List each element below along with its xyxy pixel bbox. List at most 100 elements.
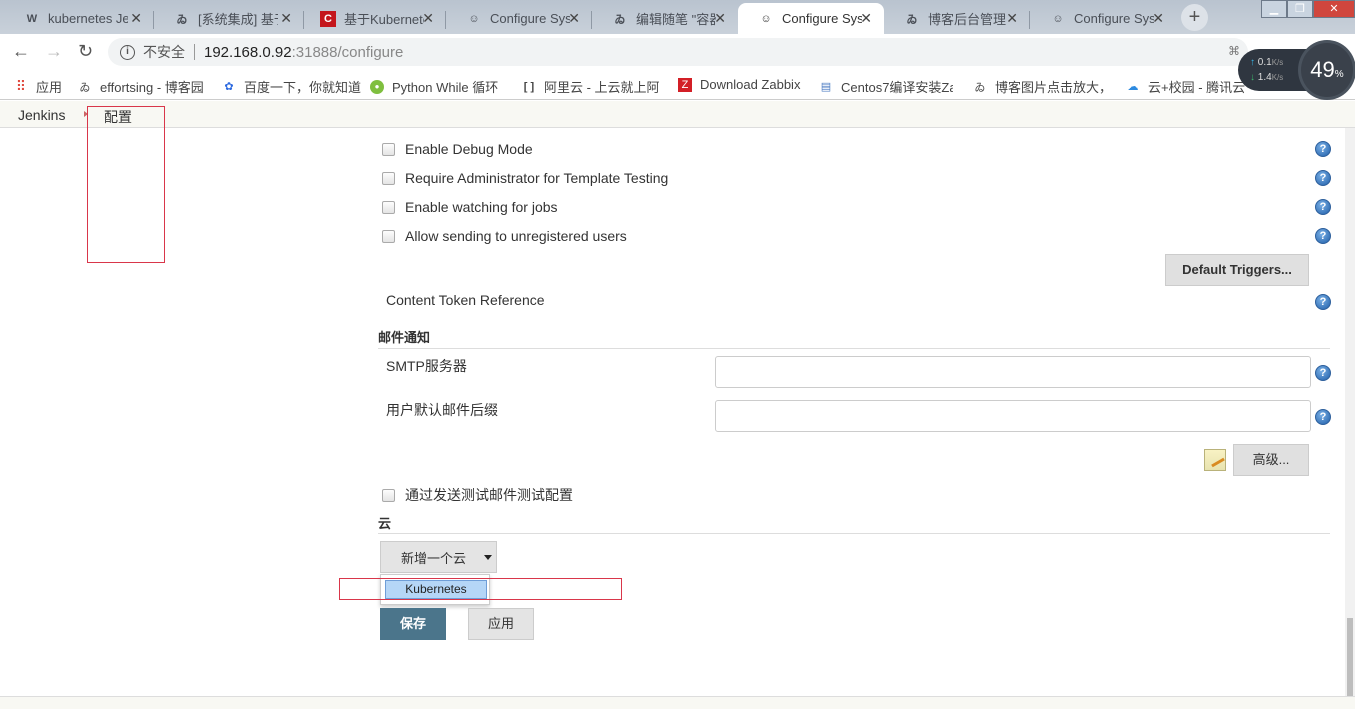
- default-triggers-button[interactable]: Default Triggers...: [1165, 254, 1309, 286]
- browser-tab[interactable]: C 基于Kubernete ✕: [300, 3, 446, 34]
- cloud-section-title: 云: [378, 516, 392, 531]
- help-icon[interactable]: ?: [1315, 409, 1331, 425]
- cnblogs-icon: ゐ: [614, 13, 626, 26]
- minimize-button[interactable]: ▁: [1261, 0, 1287, 18]
- checkbox-row[interactable]: Require Administrator for Template Testi…: [382, 170, 668, 186]
- jenkins-icon: ☺: [760, 12, 772, 25]
- maximize-button[interactable]: ❐: [1287, 0, 1313, 18]
- apply-button[interactable]: 应用: [468, 608, 534, 640]
- caret-down-icon: [484, 554, 493, 560]
- save-button[interactable]: 保存: [380, 608, 446, 640]
- url-path: :31888/configure: [291, 43, 404, 61]
- menu-item-kubernetes[interactable]: Kubernetes: [385, 580, 487, 599]
- browser-tab[interactable]: ☺ Configure Sys ✕: [1030, 3, 1176, 34]
- close-icon[interactable]: ✕: [568, 10, 580, 27]
- browser-tab-active[interactable]: ☺ Configure Sys ✕: [738, 3, 884, 34]
- window-close-button[interactable]: ✕: [1313, 0, 1355, 18]
- tab-title: 编辑随笔 "容器: [636, 12, 716, 27]
- checkbox-label: Require Administrator for Template Testi…: [405, 170, 669, 186]
- breadcrumb-configure[interactable]: 配置: [104, 107, 132, 127]
- require-admin-checkbox[interactable]: [382, 171, 395, 185]
- help-icon[interactable]: ?: [1315, 228, 1331, 244]
- browser-tab[interactable]: W kubernetes Jen ✕: [4, 3, 154, 34]
- email-suffix-input[interactable]: [715, 400, 1311, 432]
- bookmark-item[interactable]: ⠿ 应用: [14, 77, 62, 96]
- forward-icon[interactable]: →: [45, 41, 63, 62]
- memory-gauge[interactable]: 49%: [1298, 40, 1355, 100]
- browser-tab[interactable]: ゐ [系统集成] 基于 ✕: [154, 3, 304, 34]
- browser-tab[interactable]: ゐ 编辑随笔 "容器 ✕: [592, 3, 738, 34]
- bookmark-item[interactable]: ゐ effortsing - 博客园: [78, 77, 204, 96]
- close-icon[interactable]: ✕: [130, 10, 142, 27]
- aliyun-icon: [ ]: [523, 80, 535, 93]
- breadcrumb-jenkins[interactable]: Jenkins: [18, 107, 65, 123]
- checkbox-row[interactable]: Enable watching for jobs: [382, 199, 558, 215]
- tab-title: kubernetes Jen: [48, 11, 128, 26]
- page-scrollbar[interactable]: [1345, 128, 1355, 696]
- new-tab-button[interactable]: +: [1181, 4, 1208, 31]
- section-divider: [378, 533, 1330, 534]
- tab-title: Configure Sys: [490, 11, 570, 26]
- speed-unit: K/s: [1271, 58, 1284, 67]
- close-icon[interactable]: ✕: [1152, 10, 1164, 27]
- bookmark-item[interactable]: [ ] 阿里云 - 上云就上阿: [522, 77, 660, 96]
- bookmark-item[interactable]: ☁ 云+校园 - 腾讯云: [1126, 77, 1246, 96]
- apps-grid-icon: ⠿: [15, 78, 27, 94]
- close-icon[interactable]: ✕: [860, 10, 872, 27]
- bookmark-item[interactable]: ● Python While 循环: [370, 77, 512, 96]
- back-icon[interactable]: ←: [12, 41, 30, 62]
- help-icon[interactable]: ?: [1315, 365, 1331, 381]
- test-email-checkbox[interactable]: [382, 488, 395, 502]
- upload-speed: 0.1: [1257, 57, 1272, 68]
- browser-tab[interactable]: ゐ 博客后台管理 ✕: [884, 3, 1030, 34]
- close-icon[interactable]: ✕: [1006, 10, 1018, 27]
- bookmark-item[interactable]: Z Download Zabbix: [678, 77, 800, 92]
- checkbox-row[interactable]: 通过发送测试邮件测试配置: [382, 485, 573, 505]
- bookmark-label: 应用: [36, 80, 63, 95]
- checkbox-row[interactable]: Enable Debug Mode: [382, 141, 533, 157]
- tencent-cloud-icon: ☁: [1127, 81, 1139, 93]
- close-icon[interactable]: ✕: [422, 10, 434, 27]
- scrollbar-thumb[interactable]: [1347, 618, 1353, 696]
- info-icon[interactable]: i: [120, 44, 135, 60]
- cnblogs-icon: ゐ: [906, 13, 918, 26]
- help-icon[interactable]: ?: [1315, 141, 1331, 157]
- security-label: 不安全: [143, 44, 185, 60]
- browser-tab[interactable]: ☺ Configure Sys ✕: [446, 3, 592, 34]
- help-icon[interactable]: ?: [1315, 199, 1331, 215]
- help-icon[interactable]: ?: [1315, 170, 1331, 186]
- bookmark-item[interactable]: ▤ Centos7编译安装Za: [819, 77, 953, 96]
- tab-title: [系统集成] 基于: [198, 12, 278, 27]
- cnblogs-icon: ゐ: [176, 13, 188, 26]
- runoob-icon: ●: [370, 79, 384, 94]
- section-divider: [378, 348, 1330, 349]
- bookmark-item[interactable]: ゐ 博客图片点击放大，: [973, 77, 1115, 96]
- bookmark-item[interactable]: ✿ 百度一下，你就知道: [222, 77, 361, 96]
- jenkins-icon: ☺: [468, 12, 480, 25]
- smtp-label: SMTP服务器: [386, 358, 467, 374]
- bookmark-label: 博客图片点击放大，: [995, 80, 1113, 95]
- baidu-paw-icon: ✿: [224, 81, 234, 93]
- notepad-icon: [1204, 449, 1226, 471]
- tab-title: Configure Sys: [1074, 11, 1154, 26]
- address-bar[interactable]: i 不安全 192.168.0.92 :31888/configure: [108, 38, 1248, 66]
- translate-icon[interactable]: ⌘: [1228, 44, 1240, 58]
- close-icon[interactable]: ✕: [714, 10, 726, 27]
- bookmark-label: Python While 循环: [392, 80, 499, 95]
- page-footer: [0, 696, 1355, 709]
- help-icon[interactable]: ?: [1315, 294, 1331, 310]
- add-cloud-dropdown[interactable]: 新增一个云: [380, 541, 497, 573]
- allow-unregistered-checkbox[interactable]: [382, 229, 395, 243]
- advanced-button[interactable]: 高级...: [1233, 444, 1309, 476]
- reload-icon[interactable]: ↻: [78, 41, 93, 62]
- enable-watching-checkbox[interactable]: [382, 200, 395, 214]
- browser-tab-strip: W kubernetes Jen ✕ ゐ [系统集成] 基于 ✕ C 基于Kub…: [0, 0, 1355, 34]
- enable-debug-checkbox[interactable]: [382, 142, 395, 156]
- bookmark-label: Download Zabbix: [700, 77, 801, 92]
- bookmark-label: Centos7编译安装Za: [841, 80, 953, 95]
- smtp-server-input[interactable]: [715, 356, 1311, 388]
- close-icon[interactable]: ✕: [280, 10, 292, 27]
- checkbox-row[interactable]: Allow sending to unregistered users: [382, 228, 627, 244]
- doc-icon: ▤: [820, 81, 832, 93]
- download-speed: 1.4: [1257, 72, 1272, 83]
